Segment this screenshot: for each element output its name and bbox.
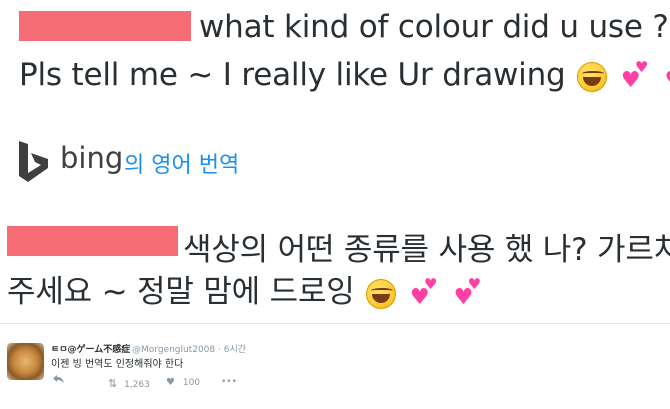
divider [0, 323, 670, 324]
translation-label[interactable]: 의 영어 번역 [124, 147, 239, 179]
post-text-line-2: Pls tell me ~ I really like Ur drawing ♥… [19, 57, 670, 93]
heart-icon: ♥ [166, 377, 175, 388]
translated-line-2-content: 주세요 ~ 정말 맘에 드로잉 [7, 274, 355, 310]
tweet-time[interactable]: 6시간 [224, 345, 246, 355]
two-hearts-icon: ♥♥ [453, 274, 481, 310]
avatar[interactable] [7, 343, 44, 380]
bing-logo-icon [19, 141, 48, 182]
tweet-display-name[interactable]: ㅌㅁ@ゲーム不感症 [51, 342, 130, 355]
post-text-line-1: what kind of colour did u use ? [199, 9, 669, 45]
two-hearts-icon: ♥♥ [665, 62, 670, 92]
post-text-line-2-content: Pls tell me ~ I really like Ur drawing [19, 57, 566, 93]
laughing-emoji-icon [577, 61, 608, 92]
retweet-icon: ⇅ [108, 377, 118, 390]
tweet-handle[interactable]: @Morgenglut2008 [132, 345, 215, 355]
translated-line-1: 색상의 어떤 종류를 사용 했 나? 가르쳐 [183, 232, 670, 268]
retweet-count: 1,263 [124, 380, 150, 390]
reply-icon[interactable] [53, 375, 64, 383]
redacted-username-translated [7, 226, 178, 256]
more-button[interactable]: ••• [221, 377, 237, 387]
bing-brand: bing [60, 141, 124, 175]
laughing-emoji-icon [366, 278, 397, 309]
tweet-text: 이젠 빙 번역도 인정해줘야 한다 [51, 359, 184, 370]
like-button[interactable]: ♥ 100 [166, 377, 200, 388]
translated-line-2: 주세요 ~ 정말 맘에 드로잉 ♥ ♥ ♥ ♥ [7, 266, 486, 311]
retweet-button[interactable]: ⇅ 1,263 [108, 377, 150, 390]
tweet-handle-time: @Morgenglut2008 · 6시간 [132, 342, 246, 355]
redacted-username-top [19, 11, 191, 41]
two-hearts-icon: ♥♥ [620, 57, 649, 93]
like-count: 100 [182, 378, 201, 388]
two-hearts-icon: ♥♥ [409, 274, 438, 310]
